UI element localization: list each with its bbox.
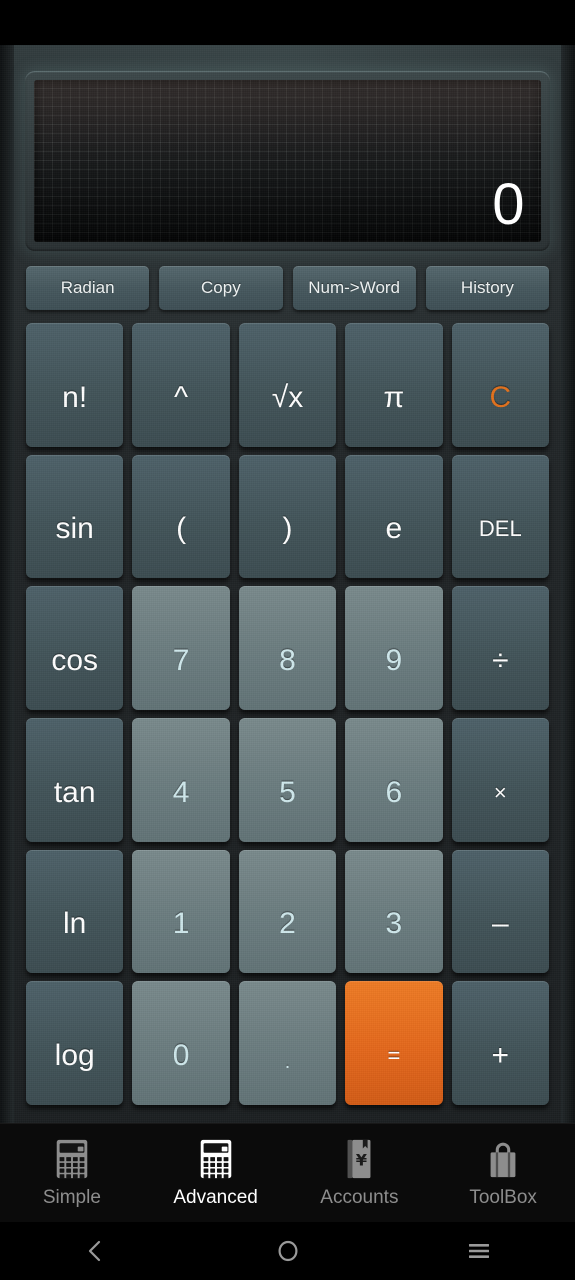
tab-accounts[interactable]: ¥ Accounts [288,1138,432,1209]
ledger-yen-icon: ¥ [339,1138,379,1180]
key-digit-1[interactable]: 1 [132,849,230,974]
radian-button[interactable]: Radian [26,266,150,310]
key-label: 1 [172,907,190,941]
menu-icon [469,1244,490,1258]
key-label: log [54,1039,95,1073]
display-panel: 0 [25,71,550,251]
tab-toolbox[interactable]: ToolBox [431,1138,575,1209]
toolbar-button-label: History [460,278,514,297]
key-log[interactable]: log [26,981,124,1105]
keypad: n! ^ √x π Csin () e DEL cos 7 8 9 ÷ tan 4 5 6 × ln 1 2 3 – log 0… [26,323,549,1105]
key-label: . [284,1051,291,1074]
key-label: 3 [385,907,403,941]
key-label: 9 [385,644,403,678]
tab-label: Accounts [320,1186,399,1208]
key-subtract[interactable]: – [451,849,549,974]
key-label: C [489,380,512,414]
key-open-paren[interactable]: ( [132,454,230,579]
key-equals[interactable]: = [345,981,443,1105]
key-ln[interactable]: ln [26,849,124,974]
svg-text:¥: ¥ [356,1150,368,1169]
key-sin[interactable]: sin [26,454,124,579]
key-label: 4 [172,775,190,809]
back-button[interactable] [0,1238,192,1264]
key-divide[interactable]: ÷ [451,586,549,710]
key-label: tan [53,775,96,809]
calculator-app: 0 Radian Copy Num->Word History n! ^ √x π Csin (… [0,45,575,1123]
key-euler[interactable]: e [345,454,443,579]
key-label: + [491,1039,510,1073]
key-cos[interactable]: cos [26,586,124,710]
key-multiply[interactable]: × [451,717,549,842]
key-add[interactable]: + [451,981,549,1105]
key-digit-9[interactable]: 9 [345,586,443,710]
key-power[interactable]: ^ [132,323,230,447]
key-label: ^ [174,380,189,414]
history-button[interactable]: History [425,266,549,310]
key-tan[interactable]: tan [26,717,124,842]
key-label: ÷ [492,644,509,678]
key-label: ( [176,512,187,546]
key-label: sin [55,512,94,546]
key-digit-6[interactable]: 6 [345,717,443,842]
copy-button[interactable]: Copy [159,266,283,310]
key-label: 0 [172,1039,190,1073]
tab-label: Advanced [173,1186,258,1208]
key-digit-0[interactable]: 0 [132,981,230,1105]
toolbar-button-label: Copy [201,278,241,297]
mode-toolbar: Radian Copy Num->Word History [26,266,549,310]
key-label: ) [282,512,293,546]
key-label: √x [271,380,304,414]
key-factorial[interactable]: n! [26,323,124,447]
key-pi[interactable]: π [345,323,443,447]
key-label: n! [62,380,88,414]
key-label: DEL [478,516,522,542]
key-label: 7 [172,644,190,678]
back-icon [88,1240,100,1262]
tab-label: ToolBox [469,1186,537,1208]
home-icon [278,1240,297,1262]
toolbox-icon [483,1138,523,1180]
key-clear[interactable]: C [451,323,549,447]
bottom-tab-bar: Simple Advanced ¥ Accounts ToolBox [0,1123,575,1222]
calculator-icon [196,1138,236,1180]
tab-label: Simple [42,1186,101,1208]
key-label: 6 [385,775,403,809]
phone-screen: 0 Radian Copy Num->Word History n! ^ √x π Csin (… [0,0,575,1280]
key-digit-2[interactable]: 2 [238,849,337,974]
key-decimal[interactable]: . [238,981,337,1105]
key-digit-5[interactable]: 5 [238,717,337,842]
toolbar-button-label: Num->Word [308,278,401,297]
key-digit-4[interactable]: 4 [132,717,230,842]
key-label: 2 [279,907,296,941]
calculator-icon [52,1138,92,1180]
android-nav-bar [0,1222,575,1280]
key-label: ln [63,907,87,941]
toolbar-button-label: Radian [60,278,115,297]
key-sqrt[interactable]: √x [238,323,337,447]
key-delete[interactable]: DEL [451,454,549,579]
frame-right-edge [561,45,575,1123]
display-value: 0 [492,172,525,237]
key-label: – [491,907,509,941]
key-label: e [385,512,403,546]
key-label: 8 [279,644,296,678]
status-bar [0,0,575,45]
tab-simple[interactable]: Simple [0,1138,144,1209]
lcd-screen[interactable]: 0 [34,80,541,242]
key-digit-8[interactable]: 8 [238,586,337,710]
num-to-word-button[interactable]: Num->Word [292,266,416,310]
key-label: π [383,380,405,414]
key-close-paren[interactable]: ) [238,454,337,579]
key-label: = [387,1043,401,1069]
key-label: 5 [279,775,296,809]
menu-button[interactable] [383,1238,575,1264]
key-digit-7[interactable]: 7 [132,586,230,710]
key-label: cos [51,644,99,678]
key-digit-3[interactable]: 3 [345,849,443,974]
key-label: × [493,779,507,805]
frame-left-edge [0,45,14,1123]
tab-advanced[interactable]: Advanced [144,1138,288,1209]
home-button[interactable] [192,1238,384,1264]
